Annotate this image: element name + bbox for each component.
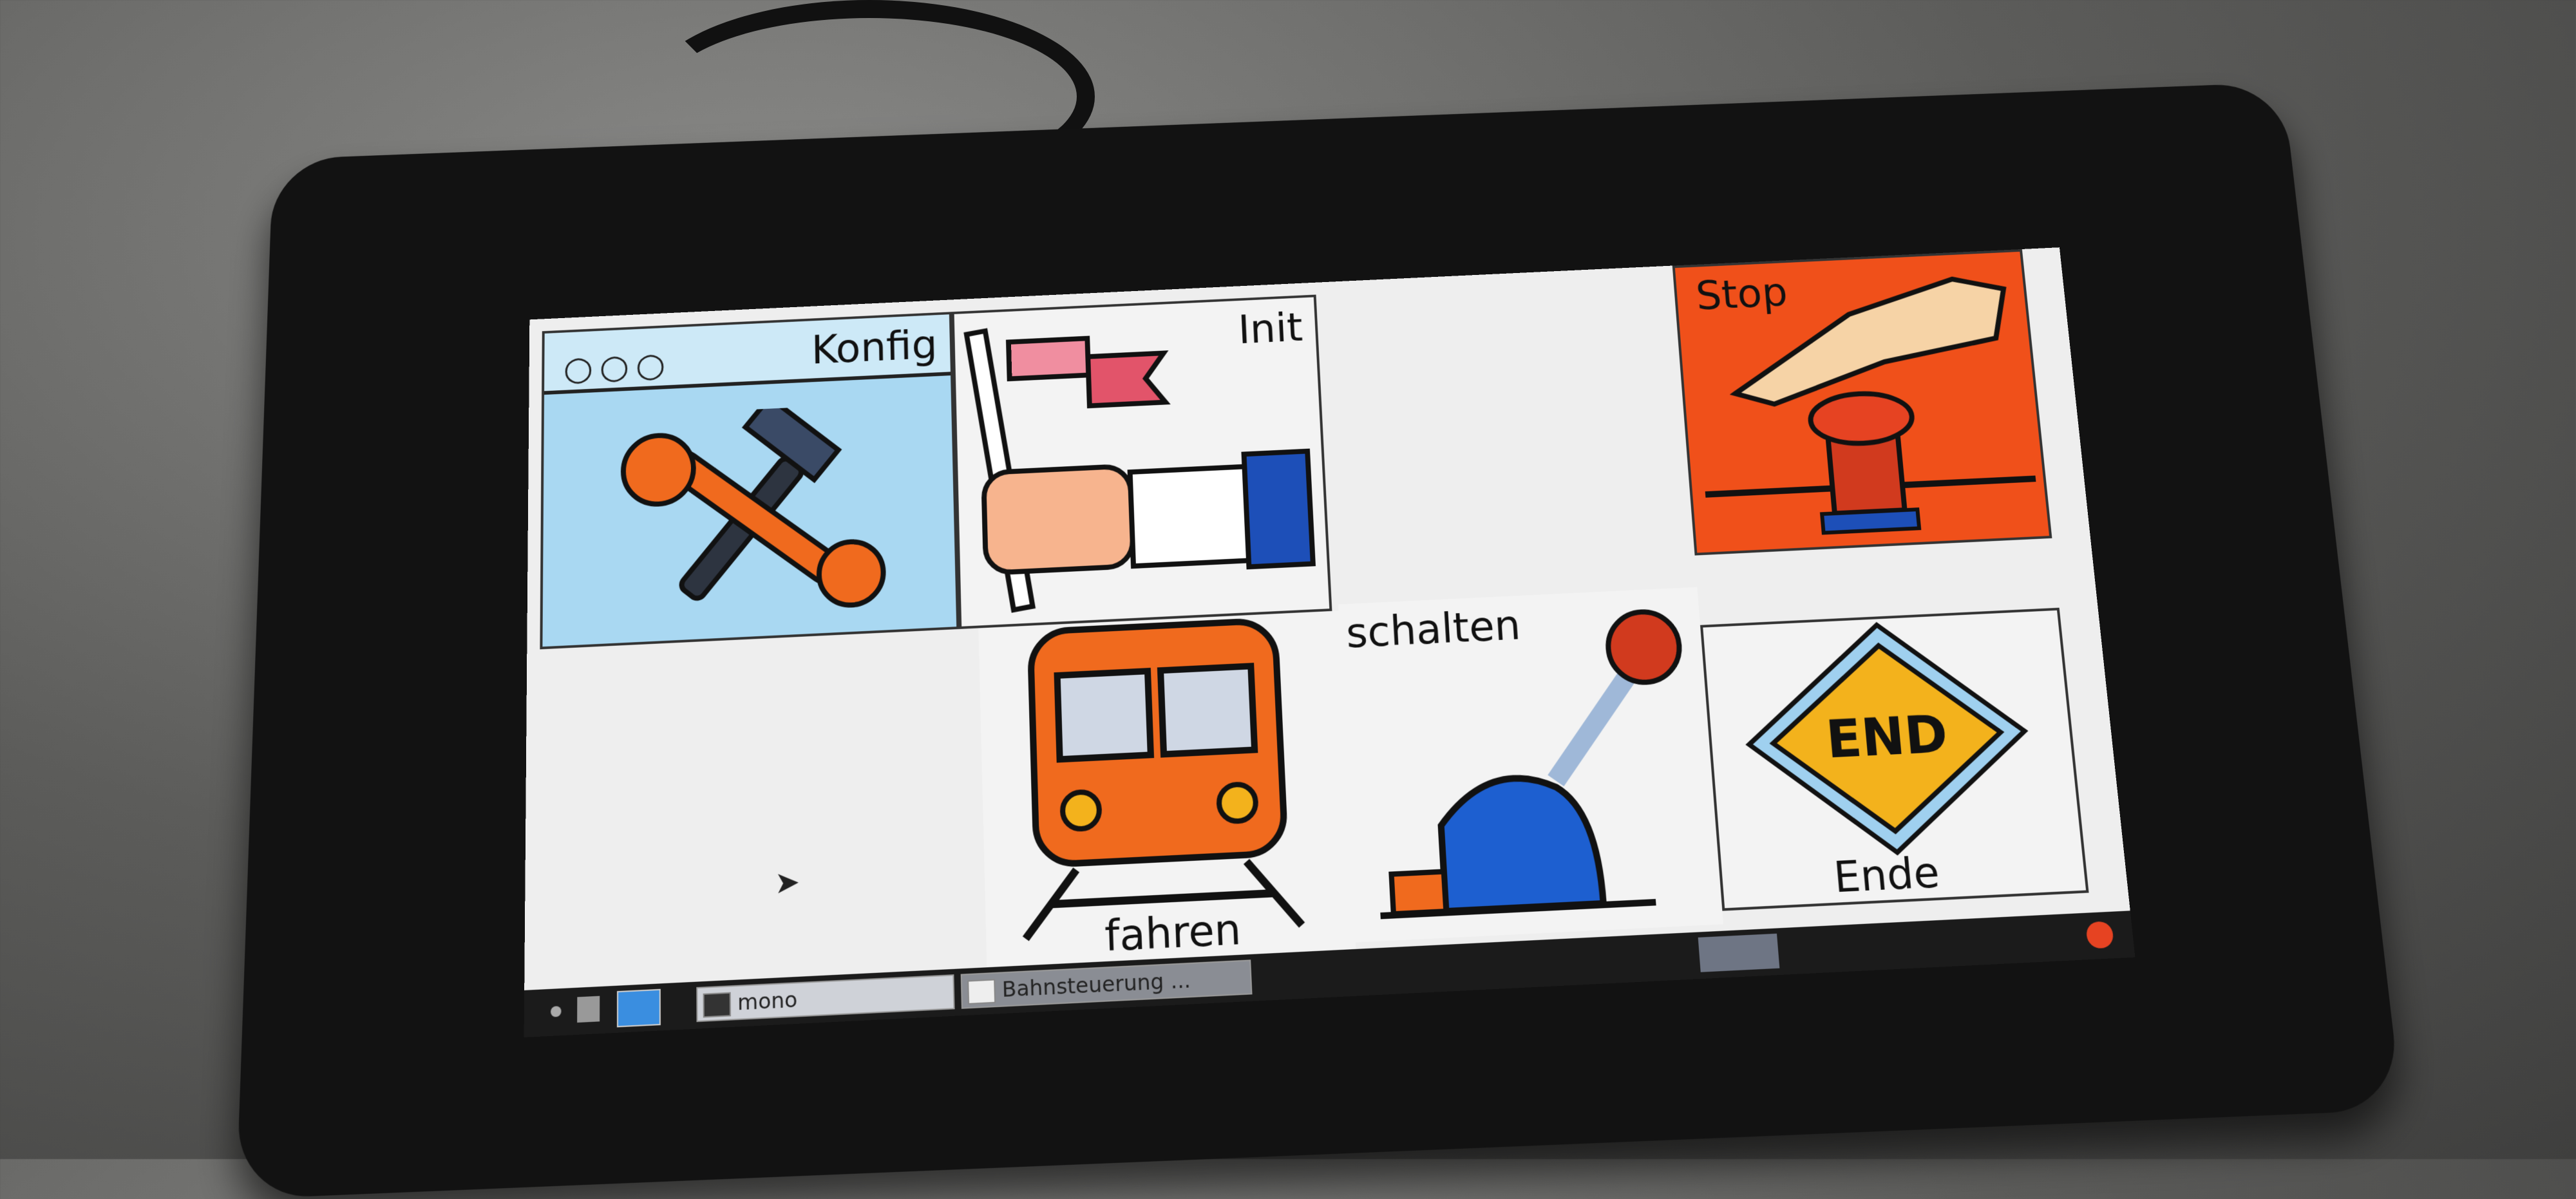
emergency-stop-icon (1688, 258, 2041, 545)
taskbar-window-mono[interactable]: mono (696, 974, 955, 1023)
fahren-label: fahren (1104, 905, 1242, 962)
taskbar-spacer-button[interactable] (1698, 933, 1780, 972)
taskbar-window-bahnsteuerung[interactable]: Bahnsteuerung ... (960, 959, 1253, 1009)
app-icon (967, 979, 996, 1005)
desktop-icon[interactable] (577, 996, 600, 1023)
lever-icon (1352, 600, 1709, 929)
flag-icon (961, 309, 1328, 618)
window-dots-icon: ○○○ (563, 345, 672, 389)
power-icon[interactable] (2085, 921, 2115, 949)
mouse-pointer-icon: ➤ (774, 864, 800, 901)
ende-button[interactable]: END Ende (1700, 607, 2089, 911)
init-button[interactable]: Init (951, 294, 1332, 629)
end-sign-icon: END (1716, 611, 2061, 866)
konfig-button[interactable]: ○○○ Konfig (540, 312, 960, 650)
menu-icon[interactable] (551, 1006, 562, 1017)
window-label: mono (737, 987, 798, 1015)
stop-button[interactable]: Stop (1672, 249, 2052, 556)
end-sign-text: END (1824, 704, 1950, 770)
touchscreen: ○○○ Konfig Init Stop fahren schalten END… (524, 247, 2136, 1038)
fahren-button[interactable]: fahren (978, 610, 1356, 968)
schalten-button[interactable]: schalten (1338, 587, 1724, 943)
file-manager-icon[interactable] (616, 988, 661, 1028)
terminal-icon (703, 992, 731, 1018)
tools-icon (601, 402, 897, 630)
train-icon (1004, 612, 1316, 952)
window-label: Bahnsteuerung ... (1001, 967, 1191, 1003)
ende-label: Ende (1832, 848, 1942, 903)
konfig-label: Konfig (811, 322, 938, 373)
